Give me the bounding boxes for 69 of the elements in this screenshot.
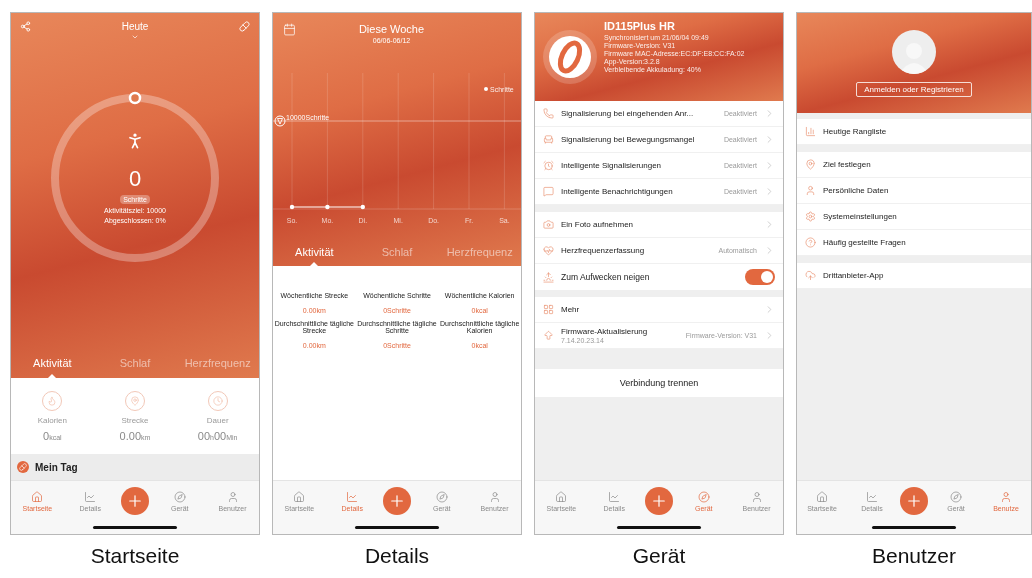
- disconnect-button[interactable]: Verbindung trennen: [535, 369, 783, 397]
- arrow-up-icon: [543, 330, 554, 341]
- house-icon: [555, 490, 568, 503]
- chart-icon: [866, 490, 878, 503]
- screen-title: Diese Woche: [358, 23, 425, 35]
- add-button[interactable]: [121, 487, 149, 515]
- phone-icon: [543, 108, 554, 119]
- pill-icon: [17, 461, 29, 473]
- plus-icon: [650, 492, 668, 510]
- login-button[interactable]: Anmelden oder Registrieren: [856, 81, 972, 97]
- stat-label: Strecke: [121, 415, 149, 425]
- avatar: [892, 29, 936, 74]
- screen-caption: Gerät: [632, 544, 686, 568]
- sunrise-icon: [543, 271, 554, 283]
- add-button[interactable]: [900, 487, 928, 515]
- chevron-down-icon[interactable]: [131, 33, 139, 41]
- row-label: Zum Aufwecken neigen: [561, 272, 651, 282]
- user-icon: [805, 185, 816, 196]
- chart-icon: [84, 490, 97, 503]
- tab[interactable]: Herzfrequenz: [438, 237, 521, 266]
- screen-caption: Benutzer: [871, 544, 957, 568]
- toggle-switch[interactable]: [745, 269, 775, 285]
- alarm-clock-icon: [543, 160, 554, 171]
- step-count: 0: [128, 166, 142, 192]
- help-icon: [805, 237, 816, 248]
- plus-icon: [905, 492, 923, 510]
- stat-label: Kalorien: [37, 415, 67, 425]
- house-icon: [816, 490, 828, 503]
- device-name: ID115Plus HR: [604, 20, 676, 32]
- tab[interactable]: Schlaf: [355, 237, 439, 266]
- chart-icon: [608, 490, 621, 503]
- stat-label: Dauer: [206, 415, 229, 425]
- band-logo: [543, 30, 597, 84]
- user-icon: [750, 490, 763, 503]
- tab[interactable]: Aktivität: [11, 348, 94, 378]
- pill-icon[interactable]: [239, 21, 250, 32]
- house-icon: [293, 490, 306, 503]
- legend-dot: [484, 87, 488, 92]
- message-icon: [543, 186, 554, 197]
- chart-icon: [346, 490, 359, 503]
- screen-title[interactable]: Heute: [121, 21, 149, 32]
- user-icon: [226, 490, 239, 503]
- section-title: Mein Tag: [35, 461, 78, 473]
- bar-chart-icon: [805, 126, 816, 137]
- compass-icon: [950, 490, 962, 503]
- tab[interactable]: Herzfrequenz: [176, 348, 259, 378]
- user-icon: [488, 490, 501, 503]
- screen-caption: Startseite: [90, 544, 180, 568]
- user-icon: [1000, 490, 1012, 503]
- share-icon[interactable]: [20, 21, 31, 32]
- add-button[interactable]: [383, 487, 411, 515]
- tab[interactable]: Schlaf: [93, 348, 177, 378]
- calendar-icon[interactable]: [283, 23, 296, 36]
- heart-pulse-icon: [543, 245, 554, 256]
- settings-icon: [805, 211, 816, 222]
- pin-icon: [805, 159, 816, 170]
- plus-icon: [388, 492, 406, 510]
- grid-icon: [543, 304, 554, 315]
- compass-icon: [435, 490, 448, 503]
- tab[interactable]: Aktivität: [273, 237, 356, 266]
- camera-icon: [543, 219, 554, 230]
- compass-icon: [697, 490, 710, 503]
- armchair-icon: [543, 134, 554, 145]
- screen-caption: Details: [364, 544, 430, 568]
- compass-icon: [173, 490, 186, 503]
- plus-icon: [126, 492, 144, 510]
- house-icon: [31, 490, 44, 503]
- cloud-icon: [805, 270, 816, 281]
- add-button[interactable]: [645, 487, 673, 515]
